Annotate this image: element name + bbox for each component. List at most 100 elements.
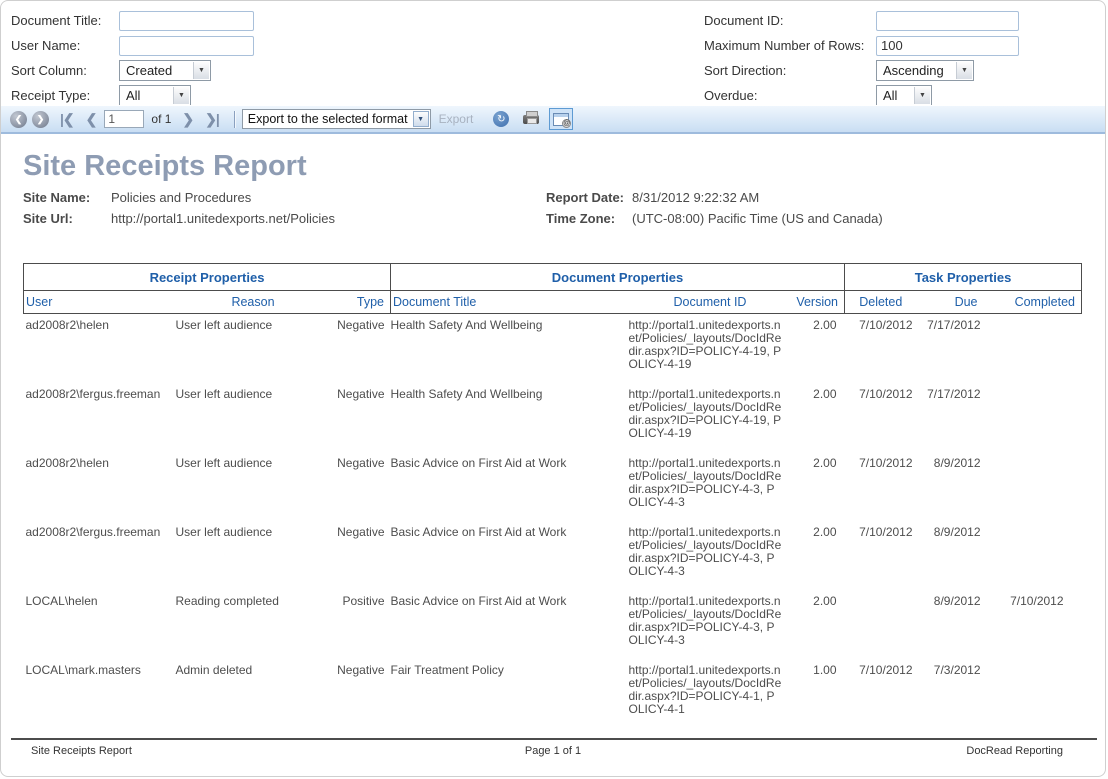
- last-page-icon: ❯|: [205, 111, 219, 127]
- chevron-down-icon: ▼: [413, 111, 429, 127]
- cell-type: Negative: [331, 383, 391, 452]
- receipt-type-value: All: [126, 88, 140, 103]
- column-header-version: Version: [792, 291, 845, 314]
- report-viewer-page: Document Title: User Name: Sort Column: …: [0, 0, 1106, 777]
- site-url-value: http://portal1.unitedexports.net/Policie…: [111, 211, 546, 226]
- cell-user: ad2008r2\fergus.freeman: [24, 383, 176, 452]
- cell-user: ad2008r2\helen: [24, 452, 176, 521]
- column-header-completed: Completed: [984, 291, 1082, 314]
- receipt-type-select[interactable]: All ▼: [119, 85, 191, 106]
- column-header-type: Type: [331, 291, 391, 314]
- first-page-button[interactable]: |❮: [60, 111, 74, 128]
- table-row: ad2008r2\fergus.freeman User left audien…: [24, 521, 1082, 590]
- chevron-down-icon: ▼: [173, 87, 189, 104]
- cell-reason: Admin deleted: [176, 659, 331, 728]
- cell-document-id: http://portal1.unitedexports.net/Policie…: [629, 383, 792, 452]
- cell-deleted: 7/10/2012: [845, 314, 917, 383]
- cell-type: Positive: [331, 590, 391, 659]
- user-name-label: User Name:: [11, 38, 119, 53]
- cell-document-title: Basic Advice on First Aid at Work: [391, 452, 629, 521]
- cell-document-title: Fair Treatment Policy: [391, 659, 629, 728]
- cell-document-title: Basic Advice on First Aid at Work: [391, 521, 629, 590]
- export-button[interactable]: Export: [439, 112, 474, 126]
- report-date-label: Report Date:: [546, 190, 632, 205]
- cell-user: ad2008r2\helen: [24, 314, 176, 383]
- sort-column-select[interactable]: Created ▼: [119, 60, 211, 81]
- cell-version: 2.00: [792, 314, 845, 383]
- report-date-value: 8/31/2012 9:22:32 AM: [632, 190, 759, 205]
- export-format-value: Export to the selected format: [248, 112, 408, 126]
- back-icon: ❮: [15, 114, 23, 125]
- document-title-input[interactable]: [119, 11, 254, 31]
- cell-document-id: http://portal1.unitedexports.net/Policie…: [629, 452, 792, 521]
- overdue-value: All: [883, 88, 897, 103]
- group-header-row: Receipt Properties Document Properties T…: [24, 264, 1082, 291]
- print-button[interactable]: [519, 108, 543, 130]
- column-header-row: User Reason Type Document Title Document…: [24, 291, 1082, 314]
- parameter-panel-right: Document ID: Maximum Number of Rows: Sor…: [704, 8, 1019, 108]
- cell-deleted: [845, 590, 917, 659]
- table-row: ad2008r2\helen User left audience Negati…: [24, 314, 1082, 383]
- max-rows-input[interactable]: [876, 36, 1019, 56]
- user-name-input[interactable]: [119, 36, 254, 56]
- web-archive-button[interactable]: @: [549, 108, 573, 130]
- cell-user: LOCAL\mark.masters: [24, 659, 176, 728]
- column-header-reason: Reason: [176, 291, 331, 314]
- table-row: LOCAL\helen Reading completed Positive B…: [24, 590, 1082, 659]
- cell-version: 2.00: [792, 521, 845, 590]
- back-button[interactable]: ❮: [10, 111, 27, 128]
- cell-type: Negative: [331, 452, 391, 521]
- cell-reason: Reading completed: [176, 590, 331, 659]
- cell-document-title: Health Safety And Wellbeing: [391, 383, 629, 452]
- print-icon: [523, 115, 539, 124]
- cell-completed: [984, 521, 1082, 590]
- report-title: Site Receipts Report: [23, 150, 307, 183]
- cell-completed: [984, 659, 1082, 728]
- forward-button[interactable]: ❯: [32, 111, 49, 128]
- cell-version: 2.00: [792, 452, 845, 521]
- export-format-select[interactable]: Export to the selected format ▼: [242, 109, 431, 129]
- cell-reason: User left audience: [176, 314, 331, 383]
- last-page-button[interactable]: ❯|: [205, 111, 219, 128]
- cell-document-id: http://portal1.unitedexports.net/Policie…: [629, 659, 792, 728]
- site-url-label: Site Url:: [23, 211, 111, 226]
- chevron-down-icon: ▼: [193, 62, 209, 79]
- chevron-down-icon: ▼: [956, 62, 972, 79]
- previous-page-icon: ❮: [86, 111, 97, 127]
- refresh-button[interactable]: ↻: [489, 108, 513, 130]
- toolbar-separator: [234, 111, 235, 128]
- cell-document-id: http://portal1.unitedexports.net/Policie…: [629, 521, 792, 590]
- sort-column-value: Created: [126, 63, 172, 78]
- parameter-panel-left: Document Title: User Name: Sort Column: …: [11, 8, 254, 108]
- cell-completed: [984, 452, 1082, 521]
- cell-document-title: Basic Advice on First Aid at Work: [391, 590, 629, 659]
- site-name-value: Policies and Procedures: [111, 190, 546, 205]
- overdue-select[interactable]: All ▼: [876, 85, 932, 106]
- cell-version: 2.00: [792, 590, 845, 659]
- table-row: ad2008r2\helen User left audience Negati…: [24, 452, 1082, 521]
- page-number-input[interactable]: [104, 110, 144, 128]
- cell-reason: User left audience: [176, 383, 331, 452]
- web-archive-icon: @: [553, 113, 569, 126]
- cell-type: Negative: [331, 314, 391, 383]
- sort-direction-select[interactable]: Ascending ▼: [876, 60, 974, 81]
- column-header-document-id: Document ID: [629, 291, 792, 314]
- previous-page-button[interactable]: ❮: [86, 111, 97, 128]
- document-id-label: Document ID:: [704, 13, 876, 28]
- document-id-input[interactable]: [876, 11, 1019, 31]
- table-row: ad2008r2\fergus.freeman User left audien…: [24, 383, 1082, 452]
- chevron-down-icon: ▼: [914, 87, 930, 104]
- document-title-label: Document Title:: [11, 13, 119, 28]
- cell-deleted: 7/10/2012: [845, 452, 917, 521]
- cell-completed: [984, 314, 1082, 383]
- first-page-icon: |❮: [60, 111, 74, 127]
- receipts-table: Receipt Properties Document Properties T…: [23, 263, 1082, 728]
- footer-page-number: Page 1 of 1: [1, 745, 1105, 757]
- max-rows-label: Maximum Number of Rows:: [704, 38, 876, 53]
- cell-completed: [984, 383, 1082, 452]
- cell-version: 1.00: [792, 659, 845, 728]
- next-page-button[interactable]: ❯: [182, 111, 193, 128]
- cell-due: 8/9/2012: [917, 452, 984, 521]
- table-row: LOCAL\mark.masters Admin deleted Negativ…: [24, 659, 1082, 728]
- group-task-properties: Task Properties: [845, 264, 1082, 291]
